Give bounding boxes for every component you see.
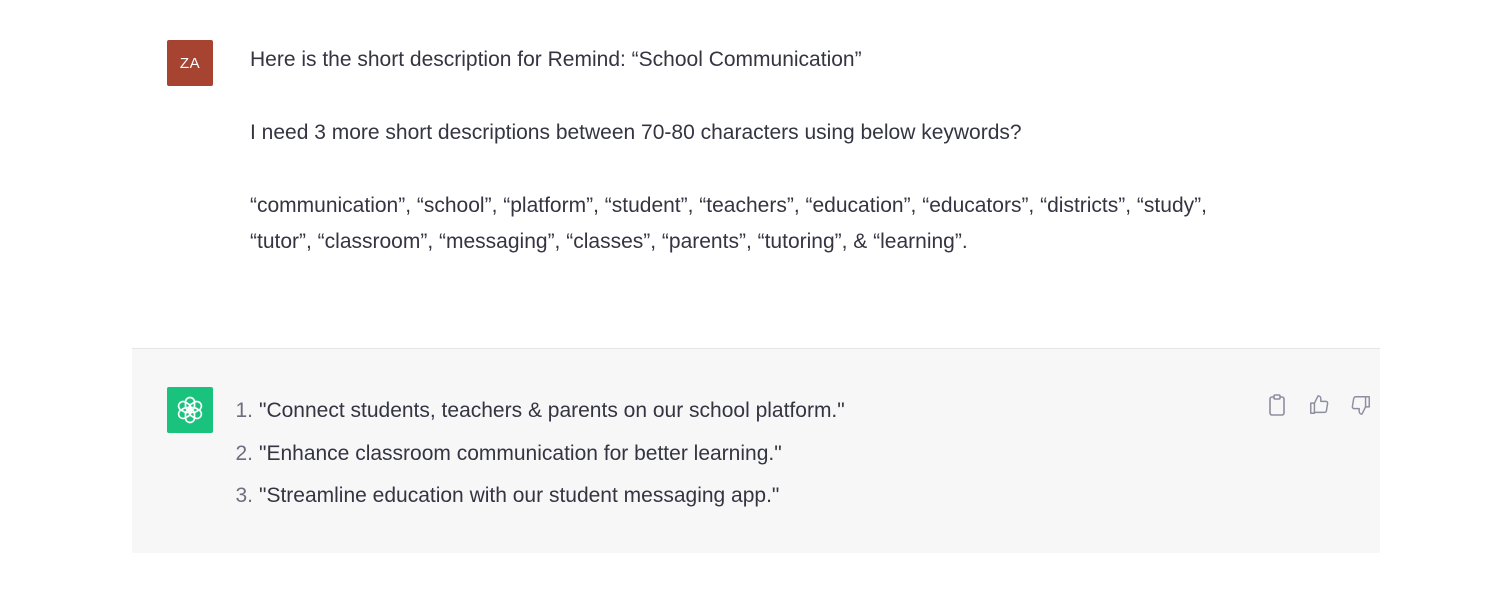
list-item: 2. "Enhance classroom communication for … <box>227 433 845 476</box>
list-item-number: 3. <box>235 484 253 507</box>
answer-list: 1. "Connect students, teachers & parents… <box>227 390 845 518</box>
user-avatar-initials: ZA <box>179 54 201 72</box>
list-item: 1. "Connect students, teachers & parents… <box>227 390 845 433</box>
thumbs-down-button[interactable] <box>1350 393 1372 417</box>
thumbs-up-button[interactable] <box>1308 393 1330 417</box>
user-message-paragraph: I need 3 more short descriptions between… <box>250 121 1022 144</box>
user-message-row: ZA Here is the short description for Rem… <box>0 0 1504 348</box>
thumbs-up-icon <box>1310 395 1329 414</box>
list-item: 3. "Streamline education with our studen… <box>227 475 845 518</box>
assistant-avatar <box>167 387 213 433</box>
list-item-number: 2. <box>235 441 253 465</box>
list-item-text: "Enhance classroom communication for bet… <box>259 441 782 465</box>
message-actions <box>1266 393 1372 417</box>
user-message-text: Here is the short description for Remind… <box>250 42 1210 260</box>
copy-icon <box>1269 394 1285 416</box>
list-item-text: "Streamline education with our student m… <box>259 484 780 507</box>
openai-logo-icon <box>177 396 203 424</box>
copy-button[interactable] <box>1266 393 1288 417</box>
user-message-paragraph: “communication”, “school”, “platform”, “… <box>250 194 1207 253</box>
list-item-text: "Connect students, teachers & parents on… <box>259 399 845 422</box>
user-message-paragraph: Here is the short description for Remind… <box>250 48 862 71</box>
assistant-message-row: 1. "Connect students, teachers & parents… <box>132 348 1380 553</box>
thumbs-down-icon <box>1351 396 1370 415</box>
user-avatar: ZA <box>167 40 213 86</box>
list-item-number: 1. <box>235 399 253 422</box>
